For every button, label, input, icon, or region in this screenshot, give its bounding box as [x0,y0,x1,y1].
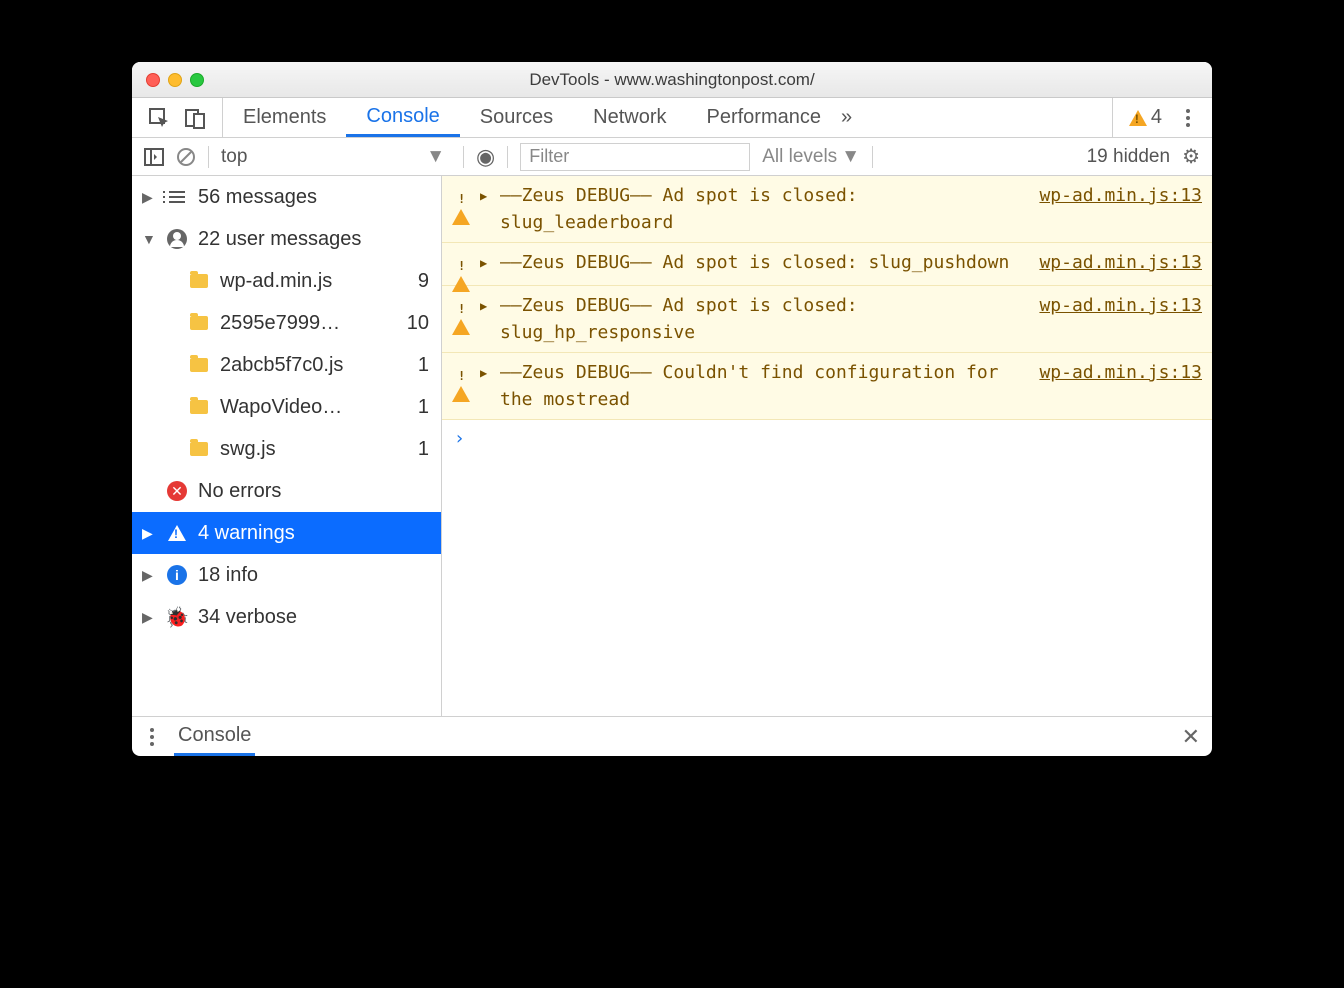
error-icon: ✕ [167,481,187,501]
sidebar-item-errors[interactable]: ✕ No errors [132,470,441,512]
message-text: ––Zeus DEBUG–– Ad spot is closed: slug_l… [500,182,1031,236]
console-warning-message[interactable]: ▶ ––Zeus DEBUG–– Ad spot is closed: slug… [442,243,1212,286]
collapse-icon: ▼ [142,231,156,247]
sidebar-item-messages[interactable]: ▶ 56 messages [132,176,441,218]
context-value: top [221,146,247,168]
live-expression-icon[interactable]: ◉ [476,144,495,170]
warning-icon [168,525,186,541]
warnings-count: 4 [1151,106,1162,129]
message-source-link[interactable]: wp-ad.min.js:13 [1039,359,1202,413]
folder-icon [190,316,208,330]
message-text: ––Zeus DEBUG–– Ad spot is closed: slug_p… [500,249,1031,279]
log-levels-selector[interactable]: All levels ▼ [762,146,860,168]
tab-elements[interactable]: Elements [223,98,346,137]
filter-input[interactable]: Filter [520,143,750,171]
drawer-tab-console[interactable]: Console [174,718,255,756]
expand-icon[interactable]: ▶ [480,292,492,346]
dropdown-icon: ▼ [841,146,860,168]
tab-performance[interactable]: Performance [687,98,842,137]
expand-icon[interactable]: ▶ [480,182,492,236]
console-prompt[interactable]: › [442,420,1212,457]
console-sidebar: ▶ 56 messages ▼ 22 user messages wp-ad.m… [132,176,442,716]
list-icon [169,191,185,203]
folder-icon [190,400,208,414]
sidebar-file-item[interactable]: 2595e7999…10 [132,302,441,344]
sidebar-file-item[interactable]: WapoVideo…1 [132,386,441,428]
toggle-sidebar-icon[interactable] [144,147,164,167]
sidebar-item-verbose[interactable]: ▶ 🐞 34 verbose [132,596,441,638]
more-menu-icon[interactable] [1180,109,1196,127]
expand-icon: ▶ [142,567,156,584]
warnings-badge[interactable]: 4 [1129,106,1162,129]
drawer: Console ✕ [132,716,1212,756]
filter-placeholder: Filter [529,146,569,167]
sidebar-item-info[interactable]: ▶ i 18 info [132,554,441,596]
tab-network[interactable]: Network [573,98,686,137]
inspect-element-icon[interactable] [148,107,170,129]
traffic-lights [146,73,204,87]
window-title: DevTools - www.washingtonpost.com/ [132,70,1212,90]
expand-icon: ▶ [142,525,156,542]
message-source-link[interactable]: wp-ad.min.js:13 [1039,292,1202,346]
console-warning-message[interactable]: ▶ ––Zeus DEBUG–– Ad spot is closed: slug… [442,286,1212,353]
expand-icon[interactable]: ▶ [480,359,492,413]
warning-icon [452,188,470,225]
hidden-count[interactable]: 19 hidden [1087,146,1170,168]
device-toolbar-icon[interactable] [184,107,206,129]
sidebar-item-warnings[interactable]: ▶ 4 warnings [132,512,441,554]
tab-console[interactable]: Console [346,98,459,137]
close-window-icon[interactable] [146,73,160,87]
more-tabs-icon[interactable]: » [841,106,852,129]
folder-icon [190,274,208,288]
clear-console-icon[interactable] [176,147,196,167]
tab-sources[interactable]: Sources [460,98,573,137]
titlebar[interactable]: DevTools - www.washingtonpost.com/ [132,62,1212,98]
console-warning-message[interactable]: ▶ ––Zeus DEBUG–– Ad spot is closed: slug… [442,176,1212,243]
bug-icon: 🐞 [165,605,190,630]
sidebar-file-item[interactable]: wp-ad.min.js9 [132,260,441,302]
warning-icon [452,255,470,292]
close-drawer-icon[interactable]: ✕ [1182,724,1200,750]
sidebar-file-item[interactable]: 2abcb5f7c0.js1 [132,344,441,386]
panel-tabs: Elements Console Sources Network Perform… [132,98,1212,138]
console-warning-message[interactable]: ▶ ––Zeus DEBUG–– Couldn't find configura… [442,353,1212,420]
console-output: ▶ ––Zeus DEBUG–– Ad spot is closed: slug… [442,176,1212,716]
expand-icon: ▶ [142,189,156,206]
zoom-window-icon[interactable] [190,73,204,87]
message-source-link[interactable]: wp-ad.min.js:13 [1039,249,1202,279]
user-icon [167,229,187,249]
settings-icon[interactable]: ⚙ [1182,144,1200,169]
expand-icon: ▶ [142,609,156,626]
devtools-window: DevTools - www.washingtonpost.com/ Eleme… [132,62,1212,756]
console-toolbar: top ▼ ◉ Filter All levels ▼ 19 hidden ⚙ [132,138,1212,176]
warning-icon [452,298,470,335]
warning-icon [452,365,470,402]
message-source-link[interactable]: wp-ad.min.js:13 [1039,182,1202,236]
message-text: ––Zeus DEBUG–– Ad spot is closed: slug_h… [500,292,1031,346]
console-body: ▶ 56 messages ▼ 22 user messages wp-ad.m… [132,176,1212,716]
sidebar-file-item[interactable]: swg.js1 [132,428,441,470]
context-selector[interactable]: top ▼ [221,146,451,168]
sidebar-item-user-messages[interactable]: ▼ 22 user messages [132,218,441,260]
info-icon: i [167,565,187,585]
minimize-window-icon[interactable] [168,73,182,87]
folder-icon [190,442,208,456]
dropdown-icon: ▼ [426,146,445,168]
drawer-menu-icon[interactable] [144,728,160,746]
expand-icon[interactable]: ▶ [480,249,492,279]
message-text: ––Zeus DEBUG–– Couldn't find configurati… [500,359,1031,413]
warning-icon [1129,110,1147,126]
folder-icon [190,358,208,372]
